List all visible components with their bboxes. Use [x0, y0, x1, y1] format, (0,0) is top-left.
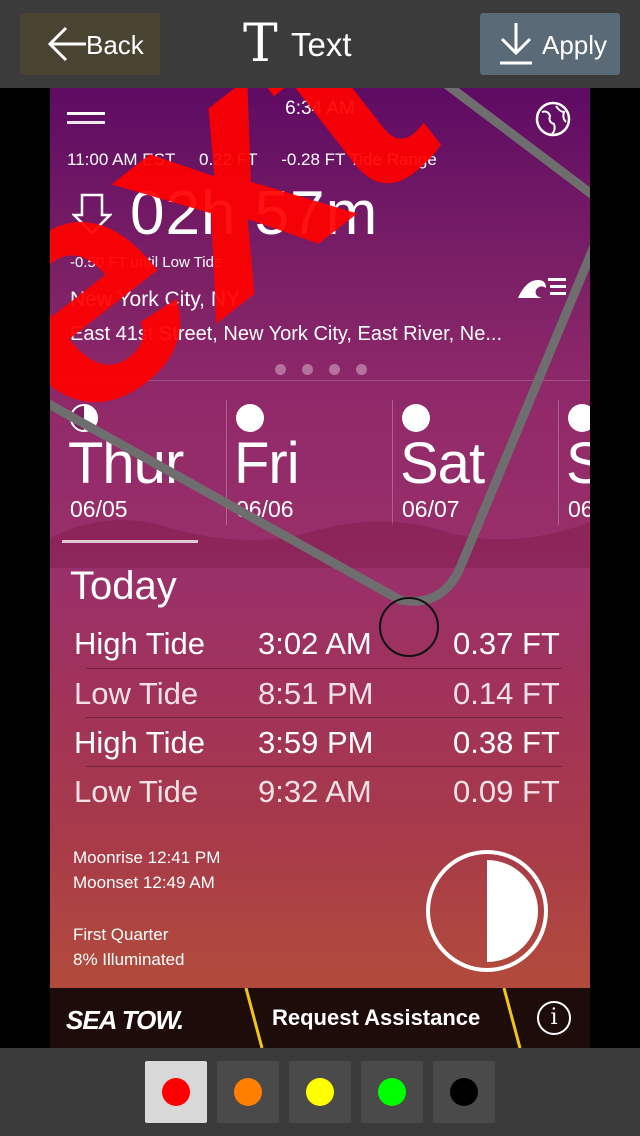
moon-phase-icon [236, 404, 264, 432]
tide-height: 0.38 FT [453, 725, 560, 760]
current-time: 11:00 AM EST [67, 150, 176, 169]
day-name: Sat [400, 431, 485, 496]
moonrise: Moonrise 12:41 PM [73, 848, 221, 867]
green-dot-icon [378, 1078, 406, 1106]
tide-height: 0.37 FT [453, 626, 560, 661]
back-label: Back [86, 30, 144, 60]
globe-icon[interactable] [534, 100, 572, 138]
color-swatch-green[interactable] [361, 1061, 423, 1123]
divider [86, 717, 562, 718]
moon-phase-name: First Quarter [73, 925, 169, 944]
station-address: East 41st Street, New York City, East Ri… [70, 323, 503, 345]
moonset: Moonset 12:49 AM [73, 873, 215, 892]
divider [50, 380, 590, 381]
orange-dot-icon [234, 1078, 262, 1106]
color-palette [0, 1048, 640, 1136]
menu-icon[interactable] [67, 112, 105, 132]
until-next-tide: -0.50 FT until Low Tide [70, 254, 223, 271]
tide-type: High Tide [74, 626, 205, 661]
day-thur[interactable]: Thur 06/05 [62, 400, 222, 525]
page-indicator [275, 362, 383, 380]
day-name: Thur [68, 431, 184, 496]
day-fri[interactable]: Fri 06/06 [228, 400, 388, 525]
color-swatch-yellow[interactable] [289, 1061, 351, 1123]
day-sun[interactable]: S 06 [560, 400, 590, 525]
back-arrow-icon [47, 26, 86, 62]
editor-toolbar: Back T Text Apply [0, 0, 640, 88]
divider [86, 766, 562, 767]
sea-tow-bar[interactable]: SEA TOW. Request Assistance i [50, 988, 590, 1048]
day-sat[interactable]: Sat 06/07 [394, 400, 554, 525]
back-button[interactable]: Back [20, 13, 160, 75]
divider [226, 400, 227, 525]
falling-tide-icon [72, 193, 112, 235]
apply-button[interactable]: Apply [480, 13, 620, 75]
apply-label: Apply [542, 30, 608, 60]
tide-time: 3:02 AM [258, 626, 372, 661]
selected-day-indicator [62, 540, 198, 543]
day-name: S [566, 431, 590, 496]
separator-stripe [502, 988, 522, 1048]
page-dot [302, 364, 313, 375]
day-name: Fri [234, 431, 300, 496]
tide-row: Low Tide 9:32 AM 0.09 FT [74, 774, 574, 822]
page-title: Text [291, 26, 352, 63]
moon-phase-icon [402, 404, 430, 432]
tide-type: Low Tide [74, 676, 199, 711]
tide-time: 3:59 PM [258, 725, 374, 760]
tide-time: 8:51 PM [258, 676, 374, 711]
divider [86, 668, 562, 669]
divider [392, 400, 393, 525]
download-icon [500, 23, 532, 65]
tide-row: High Tide 3:02 AM 0.37 FT [74, 626, 574, 674]
tide-height: 0.09 FT [453, 774, 560, 809]
color-swatch-black[interactable] [433, 1061, 495, 1123]
page-dot [356, 364, 367, 375]
black-dot-icon [450, 1078, 478, 1106]
color-swatch-orange[interactable] [217, 1061, 279, 1123]
tide-time: 9:32 AM [258, 774, 372, 809]
divider [558, 400, 559, 525]
moon-icon [426, 850, 548, 972]
screenshot-canvas[interactable]: 6:34 AM 11:00 AM EST 0.22 FT -0.28 FT Ti… [50, 88, 590, 1048]
sea-tow-logo: SEA TOW. [66, 1005, 184, 1035]
tide-range: -0.28 FT Tide Range [281, 150, 437, 169]
current-tide-info: 11:00 AM EST 0.22 FT -0.28 FT Tide Range [67, 150, 437, 170]
separator-stripe [244, 988, 264, 1048]
wave-icon [518, 278, 566, 298]
moon-illumination: 8% Illuminated [73, 950, 185, 969]
status-time: 6:34 AM [285, 98, 355, 119]
page-dot [275, 364, 286, 375]
moon-phase-icon [70, 404, 98, 432]
tide-curve-decoration [50, 520, 590, 568]
color-swatch-red[interactable] [145, 1061, 207, 1123]
request-assistance-button[interactable]: Request Assistance [272, 1005, 480, 1031]
text-tool-icon: T [243, 14, 278, 74]
today-heading: Today [70, 564, 177, 608]
tide-type: High Tide [74, 725, 205, 760]
city-name: New York City, NY [70, 288, 240, 311]
moon-phase-icon [568, 404, 590, 432]
page-dot [329, 364, 340, 375]
tide-type: Low Tide [74, 774, 199, 809]
tide-height: 0.14 FT [453, 676, 560, 711]
tide-countdown: 02h 57m [130, 179, 379, 248]
red-dot-icon [162, 1078, 190, 1106]
info-icon[interactable]: i [537, 1001, 571, 1035]
yellow-dot-icon [306, 1078, 334, 1106]
current-height: 0.22 FT [198, 150, 258, 169]
